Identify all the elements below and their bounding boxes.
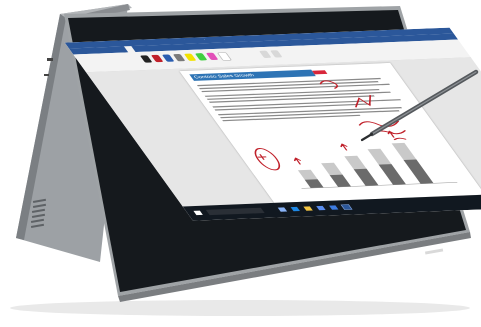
laptop-photo: · Contoso Sales Growth	[0, 0, 481, 322]
brand-logo	[424, 248, 444, 255]
stylus-layer	[360, 69, 479, 255]
pen-icon	[360, 69, 479, 142]
